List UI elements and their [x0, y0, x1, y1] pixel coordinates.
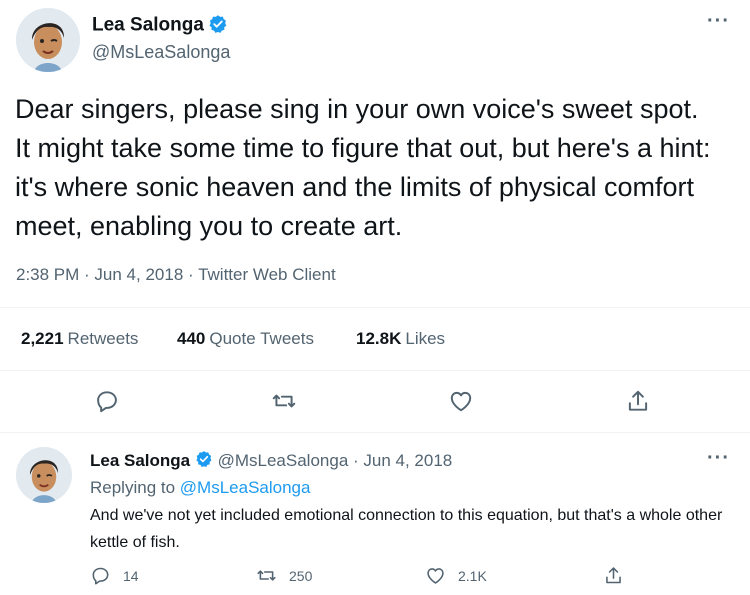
reply-handle-date[interactable]: @MsLeaSalonga · Jun 4, 2018: [218, 451, 453, 470]
share-icon: [606, 567, 621, 584]
divider: [0, 307, 750, 308]
like-icon: [427, 568, 444, 584]
reply-more-options-button[interactable]: ···: [707, 447, 730, 470]
author-avatar[interactable]: [16, 8, 80, 72]
quotes-label: Quote Tweets: [209, 329, 314, 348]
retweet-icon: [272, 394, 296, 408]
reply-icon: [92, 567, 109, 585]
verified-badge-icon: [195, 450, 213, 473]
tweet-timestamp[interactable]: 2:38 PM · Jun 4, 2018 · Twitter Web Clie…: [16, 265, 336, 285]
likes-stat[interactable]: 12.8K Likes: [356, 329, 445, 349]
retweets-count: 2,221: [21, 329, 64, 348]
divider: [0, 432, 750, 433]
retweet-button[interactable]: [264, 381, 304, 421]
replying-to-line: Replying to @MsLeaSalonga: [90, 478, 310, 498]
verified-badge-icon: [208, 14, 228, 39]
reply-replies-button[interactable]: 14: [90, 565, 139, 586]
retweets-stat[interactable]: 2,221 Retweets: [21, 329, 138, 349]
tweet-text: Dear singers, please sing in your own vo…: [15, 94, 711, 241]
quotes-count: 440: [177, 329, 206, 348]
like-icon: [450, 391, 472, 412]
reply-icon: [97, 391, 117, 413]
avatar-illustration-icon: [16, 8, 80, 72]
retweet-count: 250: [289, 567, 313, 584]
retweet-icon: [257, 570, 276, 581]
replying-prefix: Replying to: [90, 478, 176, 497]
reply-retweet-button[interactable]: 250: [256, 565, 312, 586]
more-options-button[interactable]: ···: [707, 10, 730, 33]
reply-like-button[interactable]: 2.1K: [425, 565, 487, 586]
reply-share-button[interactable]: [603, 565, 636, 586]
likes-label: Likes: [405, 329, 446, 348]
share-icon: [628, 390, 648, 411]
quote-tweets-stat[interactable]: 440 Quote Tweets: [177, 329, 314, 349]
share-button[interactable]: [618, 381, 658, 421]
like-count: 2.1K: [458, 567, 487, 584]
reply-author-avatar[interactable]: [16, 447, 72, 503]
retweets-label: Retweets: [67, 329, 139, 348]
likes-count: 12.8K: [356, 329, 402, 348]
replying-to-link[interactable]: @MsLeaSalonga: [180, 478, 311, 497]
like-button[interactable]: [441, 381, 481, 421]
reply-text: And we've not yet included emotional con…: [90, 507, 723, 551]
author-handle[interactable]: @MsLeaSalonga: [92, 42, 230, 63]
reply-count: 14: [123, 567, 139, 584]
divider: [0, 370, 750, 371]
reply-author-name[interactable]: Lea Salonga: [90, 451, 190, 470]
avatar-illustration-icon: [16, 447, 72, 503]
reply-button[interactable]: [87, 381, 127, 421]
author-name[interactable]: Lea Salonga: [92, 15, 204, 36]
